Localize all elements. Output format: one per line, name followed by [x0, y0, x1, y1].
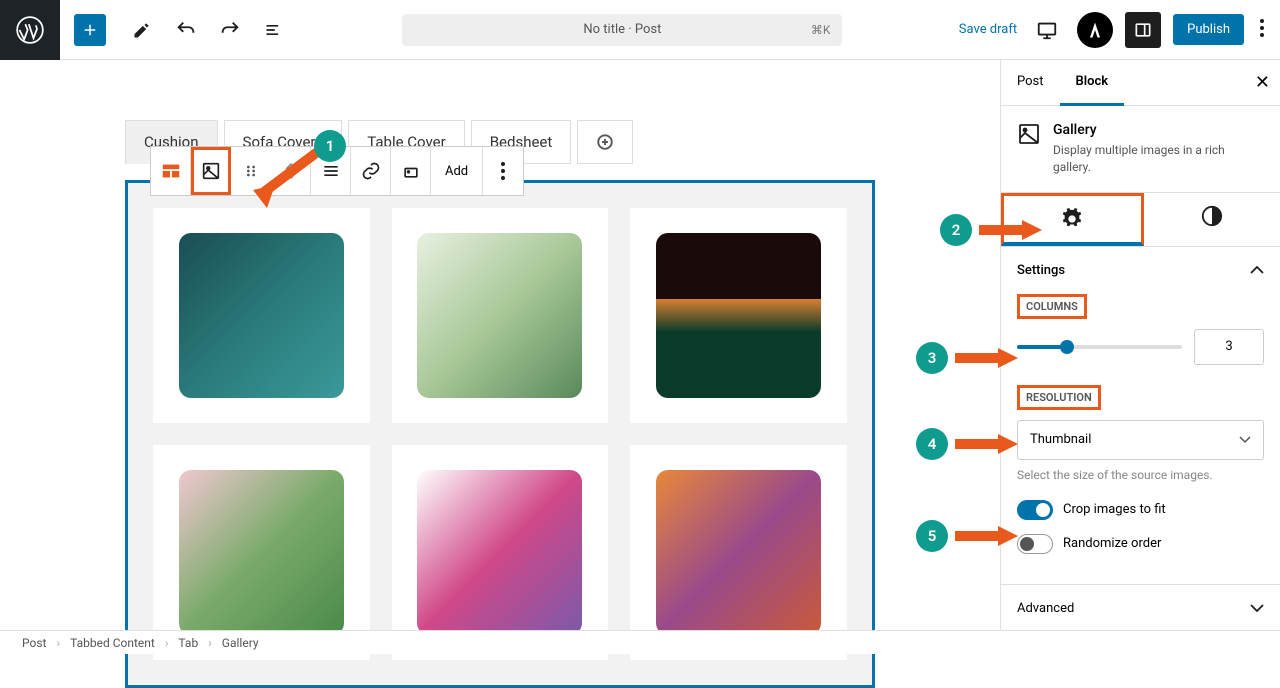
redo-icon[interactable] — [218, 18, 242, 42]
inspector-sidebar: Post Block ✕ Gallery Display multiple im… — [1000, 60, 1280, 630]
columns-label: COLUMNS — [1017, 294, 1087, 319]
gallery-image[interactable] — [153, 445, 370, 660]
parent-block-icon[interactable] — [151, 147, 191, 195]
close-sidebar-icon[interactable]: ✕ — [1255, 72, 1270, 93]
breadcrumb-item[interactable]: Gallery — [222, 636, 259, 650]
save-draft-button[interactable]: Save draft — [959, 22, 1017, 37]
gallery-image[interactable] — [153, 208, 370, 423]
chevron-up-icon — [285, 162, 297, 170]
annotation-badge-2: 2 — [940, 214, 972, 246]
annotation-badge-1: 1 — [314, 130, 346, 162]
settings-heading: Settings — [1017, 263, 1065, 278]
resolution-label: RESOLUTION — [1017, 385, 1101, 410]
command-shortcut: ⌘K — [811, 23, 831, 37]
gallery-block[interactable] — [125, 180, 875, 688]
add-tab-button[interactable] — [577, 120, 633, 164]
document-title: No title · Post — [583, 22, 661, 37]
chevron-down-icon — [285, 172, 297, 180]
annotation-badge-3: 3 — [916, 342, 948, 374]
crop-toggle[interactable] — [1017, 500, 1053, 520]
editor-canvas: Cushion Sofa Covers Table Cover Bedsheet — [0, 60, 1000, 630]
sidebar-toggle-icon[interactable] — [1125, 12, 1161, 48]
more-options-icon[interactable] — [483, 147, 523, 195]
chevron-right-icon: › — [56, 636, 60, 650]
move-arrows[interactable] — [271, 147, 311, 195]
wordpress-logo[interactable] — [0, 0, 60, 60]
drag-handle-icon[interactable] — [231, 147, 271, 195]
randomize-toggle[interactable] — [1017, 534, 1053, 554]
gallery-block-icon[interactable] — [191, 147, 231, 195]
breadcrumb: Post › Tabbed Content › Tab › Gallery — [0, 630, 1280, 654]
gallery-image[interactable] — [630, 445, 847, 660]
gallery-image[interactable] — [392, 445, 609, 660]
add-block-button[interactable] — [74, 14, 106, 46]
block-name: Gallery — [1053, 122, 1264, 138]
breadcrumb-item[interactable]: Tab — [178, 636, 198, 650]
block-description: Display multiple images in a rich galler… — [1053, 142, 1264, 176]
annotation-badge-4: 4 — [916, 428, 948, 460]
resolution-value: Thumbnail — [1030, 432, 1091, 447]
styles-tab-icon[interactable] — [1144, 193, 1280, 246]
add-button[interactable]: Add — [431, 147, 483, 195]
undo-icon[interactable] — [174, 18, 198, 42]
chevron-right-icon: › — [208, 636, 212, 650]
breadcrumb-item[interactable]: Post — [22, 636, 46, 650]
preview-desktop-icon[interactable] — [1029, 12, 1065, 48]
astra-icon[interactable] — [1077, 12, 1113, 48]
breadcrumb-item[interactable]: Tabbed Content — [70, 636, 155, 650]
chevron-down-icon — [1239, 436, 1251, 444]
chevron-up-icon[interactable] — [1250, 263, 1264, 278]
chevron-down-icon — [1250, 604, 1264, 612]
topbar: No title · Post ⌘K Save draft Publish — [0, 0, 1280, 60]
tab-block[interactable]: Block — [1060, 60, 1125, 106]
options-menu-icon[interactable] — [1256, 19, 1268, 41]
columns-input[interactable] — [1194, 329, 1264, 365]
settings-tab-icon[interactable] — [1001, 193, 1144, 246]
publish-button[interactable]: Publish — [1173, 14, 1244, 45]
gallery-image[interactable] — [630, 208, 847, 423]
replace-icon[interactable] — [391, 147, 431, 195]
edit-icon[interactable] — [130, 18, 154, 42]
gallery-icon — [1017, 122, 1041, 146]
columns-slider[interactable] — [1017, 345, 1182, 349]
annotation-badge-5: 5 — [916, 520, 948, 552]
link-icon[interactable] — [351, 147, 391, 195]
advanced-panel[interactable]: Advanced — [1001, 584, 1280, 632]
chevron-right-icon: › — [165, 636, 169, 650]
tab-post[interactable]: Post — [1001, 60, 1060, 105]
list-view-icon[interactable] — [262, 18, 286, 42]
crop-label: Crop images to fit — [1063, 502, 1166, 517]
resolution-select[interactable]: Thumbnail — [1017, 420, 1264, 460]
advanced-label: Advanced — [1017, 601, 1074, 616]
gallery-image[interactable] — [392, 208, 609, 423]
document-title-bar[interactable]: No title · Post ⌘K — [402, 14, 842, 46]
randomize-label: Randomize order — [1063, 536, 1161, 551]
resolution-help: Select the size of the source images. — [1017, 468, 1264, 482]
